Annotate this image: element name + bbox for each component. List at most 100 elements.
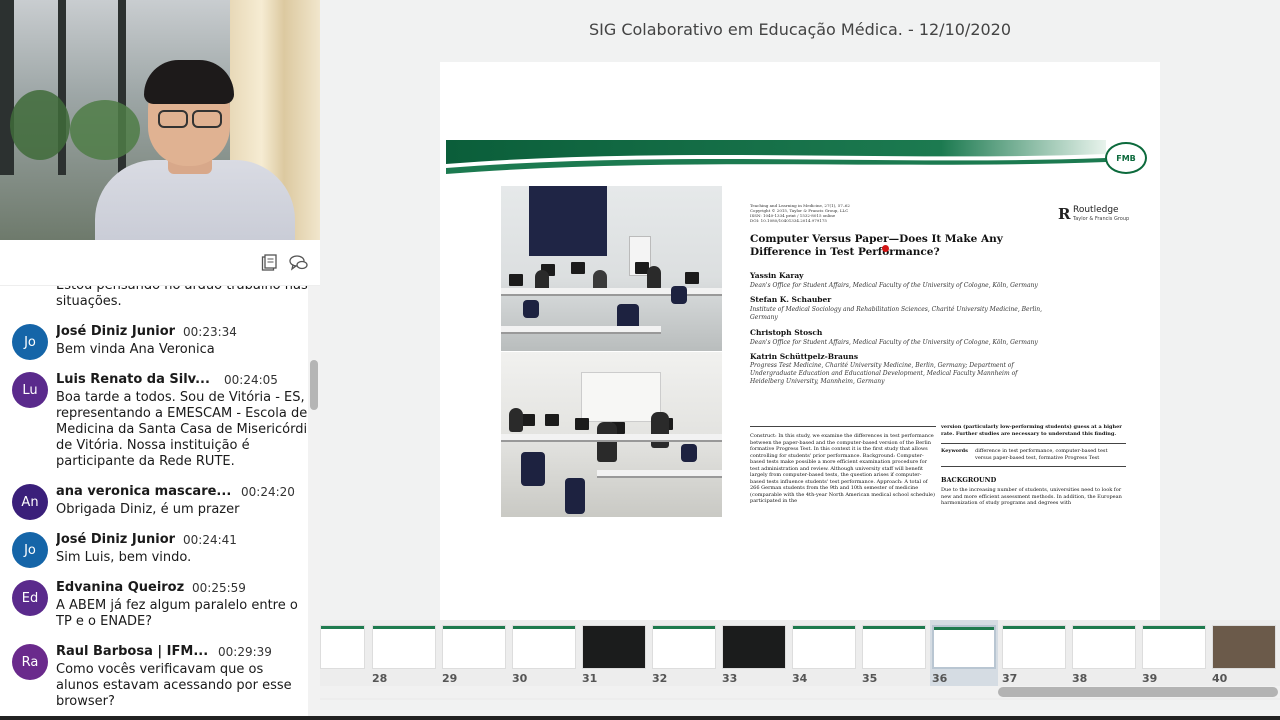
clipboard-icon[interactable] (259, 253, 279, 273)
avatar: An (12, 484, 48, 520)
message-text: Boa tarde a todos. Sou de Vitória - ES, … (56, 390, 308, 469)
slide-banner (446, 140, 1106, 174)
keywords-text: difference in test performance, computer… (975, 448, 1108, 461)
publisher-sub: Taylor & Francis Group (1073, 216, 1130, 222)
slide-number: 29 (442, 672, 458, 685)
slide-number: 35 (862, 672, 878, 685)
student (651, 412, 669, 448)
message-author: Raul Barbosa | IFM... (56, 644, 209, 659)
bottom-edge (0, 716, 1280, 720)
avatar: Lu (12, 372, 48, 408)
monitor (521, 414, 535, 426)
laser-pointer (882, 245, 889, 252)
abstract-text: Construct: In this study, we examine the… (750, 433, 935, 504)
message-time: 00:24:41 (183, 533, 237, 547)
slide-thumbnail[interactable] (1212, 625, 1276, 669)
slide-thumbnail[interactable] (582, 625, 646, 669)
chair (671, 286, 687, 304)
slide-thumbnail[interactable] (372, 625, 436, 669)
slide-number-active: 36 (932, 672, 948, 685)
slide-thumbnail[interactable] (1142, 625, 1206, 669)
slide-thumbnail[interactable] (1002, 625, 1066, 669)
fmb-logo: FMB (1105, 142, 1147, 174)
avatar: Jo (12, 324, 48, 360)
classroom-photo-bottom (501, 352, 722, 517)
background-text: Due to the increasing number of students… (941, 487, 1122, 506)
left-panel: Estou pensando no árduo trabalho nas sit… (0, 0, 320, 720)
desk (597, 470, 722, 478)
desk (501, 434, 722, 442)
slide-number: 34 (792, 672, 808, 685)
desk (501, 288, 722, 296)
message-author: Luis Renato da Silv... (56, 372, 210, 387)
author-name: Katrin Schüttpelz-Brauns (750, 352, 859, 361)
keywords-label: Keywords (941, 448, 968, 454)
plant (70, 100, 140, 160)
monitor (545, 414, 559, 426)
slide-thumbnail[interactable] (320, 625, 365, 669)
filmstrip-scrollbar-thumb[interactable] (998, 687, 1278, 697)
slide-number: 31 (582, 672, 598, 685)
slide-thumbnail[interactable] (792, 625, 856, 669)
chat-scrollbar[interactable] (308, 286, 320, 720)
author-name: Christoph Stosch (750, 328, 823, 337)
message-text: Obrigada Diniz, é um prazer (56, 502, 240, 517)
divider (941, 443, 1126, 444)
chair (565, 478, 585, 514)
message-text: Bem vinda Ana Veronica (56, 342, 215, 357)
avatar: Jo (12, 532, 48, 568)
student (509, 408, 523, 432)
glasses (158, 110, 188, 128)
window-blind (529, 186, 607, 256)
chat-messages: Estou pensando no árduo trabalho nas sit… (0, 286, 308, 720)
slide-thumbnail-active[interactable] (932, 625, 996, 669)
chat-bubbles-icon[interactable] (289, 253, 309, 273)
monitor (575, 418, 589, 430)
message-text: Sim Luis, bem vindo. (56, 550, 192, 565)
message-time: 00:23:34 (183, 325, 237, 339)
chair (521, 452, 545, 486)
partial-message-text: Estou pensando no árduo trabalho nas sit… (56, 286, 308, 309)
author-affiliation: Dean's Office for Student Affairs, Medic… (750, 339, 1038, 346)
message-time: 00:24:05 (224, 373, 278, 387)
monitor (571, 262, 585, 274)
wall-board (581, 372, 661, 422)
slide-thumbnail[interactable] (442, 625, 506, 669)
paper-meta: Teaching and Learning in Medicine, 27(1)… (750, 203, 850, 223)
student (647, 266, 661, 290)
publisher-name: Routledge (1073, 205, 1119, 215)
chair (523, 300, 539, 318)
message-text: Como vocês verificavam que os alunos est… (56, 662, 292, 709)
slide-thumbnail[interactable] (862, 625, 926, 669)
webcam-video (0, 0, 320, 240)
message-author: José Diniz Junior (56, 324, 176, 339)
paper-title: Computer Versus Paper—Does It Make Any D… (750, 233, 1003, 258)
chair (681, 444, 697, 462)
message-author: ana veronica mascare... (56, 484, 232, 499)
session-title: SIG Colaborativo em Educação Médica. - 1… (588, 20, 1012, 39)
chat-scrollbar-thumb[interactable] (310, 360, 318, 410)
message-text: A ABEM já fez algum paralelo entre o TP … (56, 598, 298, 629)
message-time: 00:29:39 (218, 645, 272, 659)
monitor (685, 272, 699, 284)
desk (501, 326, 661, 334)
author-affiliation: Progress Test Medicine, Charité Universi… (750, 362, 1018, 385)
slide-number: 32 (652, 672, 668, 685)
background-heading: BACKGROUND (941, 476, 997, 484)
classroom-photo-top (501, 186, 722, 351)
slide-number: 33 (722, 672, 738, 685)
author-affiliation: Dean's Office for Student Affairs, Medic… (750, 282, 1038, 289)
slide-number: 37 (1002, 672, 1018, 685)
abstract-continued: version (particularly low-performing stu… (941, 424, 1122, 437)
slide-number: 28 (372, 672, 388, 685)
slide-thumbnail[interactable] (1072, 625, 1136, 669)
glasses (192, 110, 222, 128)
slide-number: 40 (1212, 672, 1228, 685)
message-author: José Diniz Junior (56, 532, 176, 547)
divider (750, 426, 936, 427)
slide-thumbnail[interactable] (652, 625, 716, 669)
avatar: Ra (12, 644, 48, 680)
slide-thumbnail[interactable] (512, 625, 576, 669)
slide-number: 38 (1072, 672, 1088, 685)
slide-thumbnail[interactable] (722, 625, 786, 669)
